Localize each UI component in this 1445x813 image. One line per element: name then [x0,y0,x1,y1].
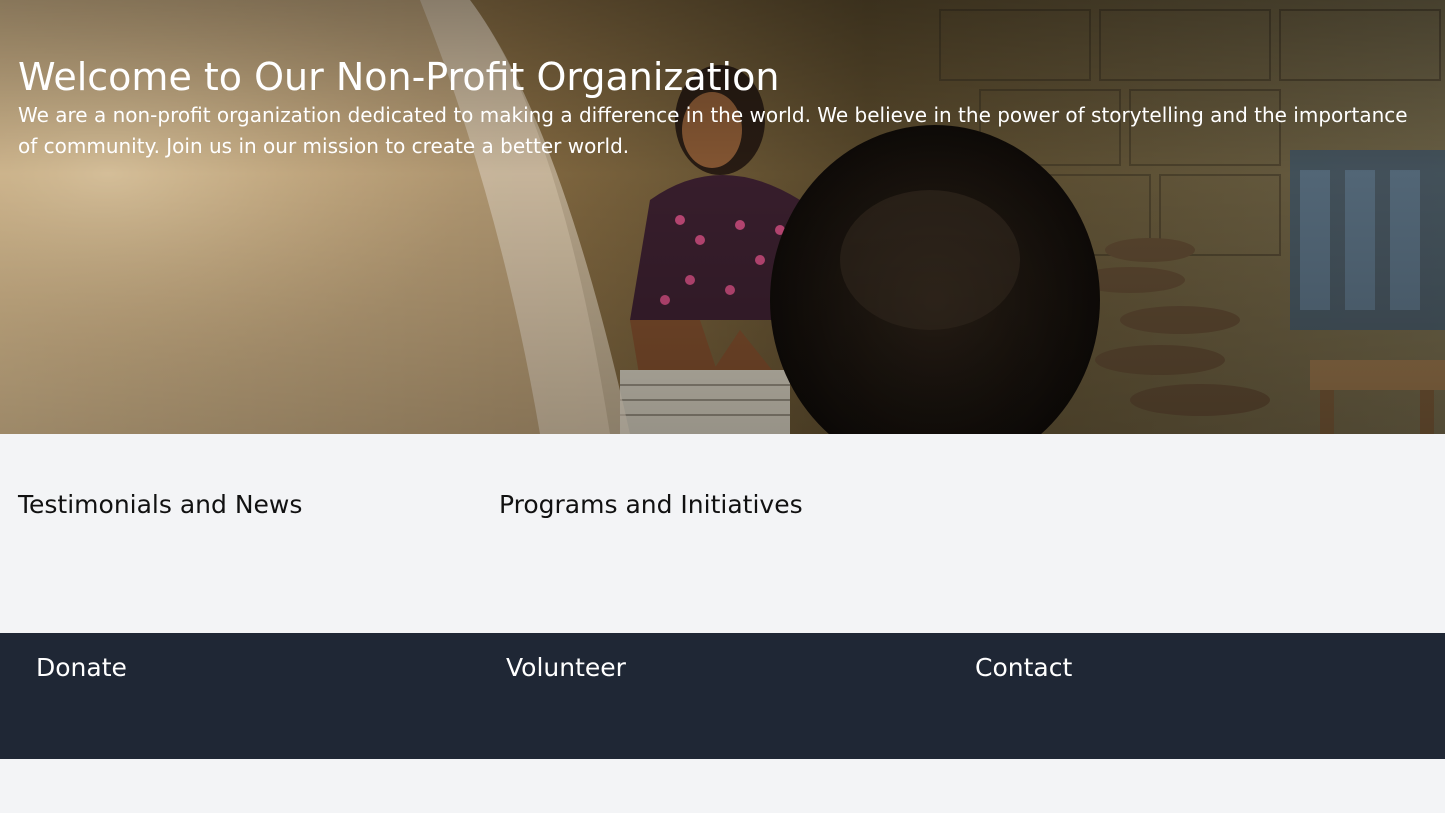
donate-heading[interactable]: Donate [36,652,127,684]
volunteer-heading[interactable]: Volunteer [506,652,626,684]
programs-initiatives-heading: Programs and Initiatives [499,490,803,519]
footer: Donate Volunteer Contact [0,633,1445,759]
contact-heading[interactable]: Contact [975,652,1072,684]
hero-banner: Welcome to Our Non-Profit Organization W… [0,0,1445,434]
hero-description: We are a non-profit organization dedicat… [18,103,1408,158]
hero-title: Welcome to Our Non-Profit Organization [18,55,780,99]
testimonials-news-heading: Testimonials and News [18,490,303,519]
